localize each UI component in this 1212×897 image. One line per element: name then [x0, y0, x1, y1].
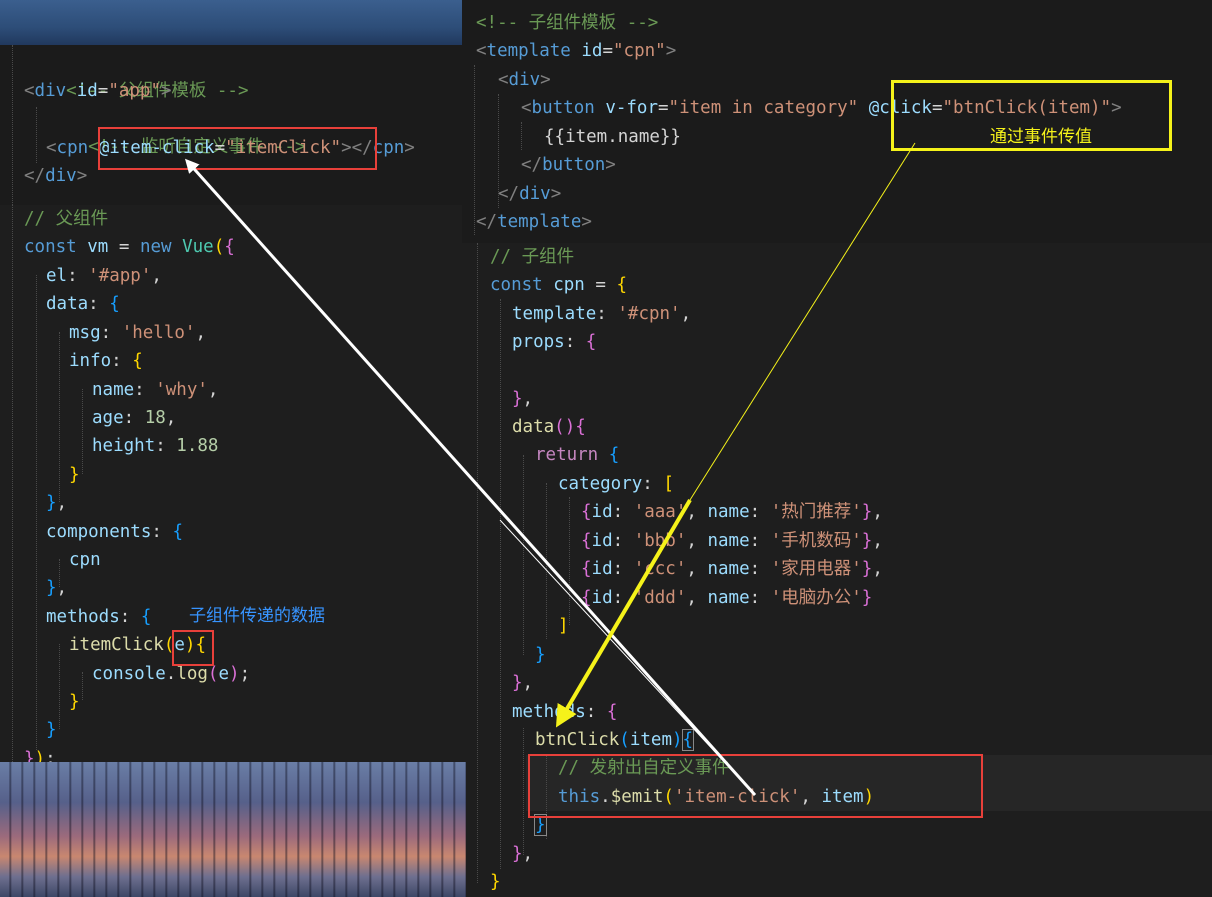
parent-template-comment: <!-- 父组件模板 -->	[66, 81, 249, 101]
param-e-highlight-box	[172, 630, 214, 666]
methods-option: methods: {	[512, 702, 618, 722]
msg-prop: msg: 'hello',	[69, 323, 206, 343]
info-close: }	[69, 465, 80, 485]
cpn-declaration: const cpn = {	[490, 275, 628, 295]
parent-template-panel: <!-- 父组件模板 --> <div id="app"> <!-- 监听自定义…	[0, 45, 462, 205]
methods-close: },	[512, 844, 534, 864]
return-line: return {	[535, 445, 620, 465]
category-item-2: {id: 'bbb', name: '手机数码'},	[581, 531, 883, 551]
child-div-open: <div>	[498, 70, 551, 90]
mustache-line: {{item.name}}	[544, 127, 681, 147]
data-option: data: {	[46, 294, 120, 314]
category-item-1: {id: 'aaa', name: '热门推荐'},	[581, 502, 883, 522]
data-fn-close: },	[512, 673, 534, 693]
child-template-comment: <!-- 子组件模板 -->	[476, 13, 659, 33]
child-data-annotation: 子组件传递的数据	[189, 606, 325, 626]
category-item-4: {id: 'ddd', name: '电脑办公'}	[581, 588, 873, 608]
parent-div-open: <div id="app">	[24, 81, 172, 101]
age-prop: age: 18,	[92, 408, 177, 428]
components-close: },	[46, 578, 68, 598]
info-prop: info: {	[69, 351, 143, 371]
child-comment: // 子组件	[490, 247, 575, 267]
btnclick-method: btnClick(item){	[535, 729, 695, 751]
el-option: el: '#app',	[46, 266, 162, 286]
return-close: }	[535, 645, 546, 665]
vm-declaration: const vm = new Vue({	[24, 237, 235, 257]
props-close: },	[512, 389, 534, 409]
methods-option: methods: {	[46, 607, 152, 627]
data-close: },	[46, 493, 68, 513]
child-div-close: </div>	[498, 184, 562, 204]
methods-close: }	[46, 720, 57, 740]
itemclick-close: }	[69, 692, 80, 712]
template-open: <template id="cpn">	[476, 41, 677, 61]
wallpaper-bottom	[0, 762, 466, 897]
parent-comment: // 父组件	[24, 209, 109, 229]
template-option: template: '#cpn',	[512, 304, 692, 324]
category-close: ]	[558, 616, 569, 636]
parent-script-panel: // 父组件 const vm = new Vue({ el: '#app', …	[0, 205, 462, 762]
data-fn: data(){	[512, 417, 586, 437]
vm-close: });	[24, 749, 56, 762]
cpn-component-item: cpn	[69, 550, 101, 570]
button-close: </button>	[521, 155, 616, 175]
category-item-3: {id: 'ccc', name: '家用电器'},	[581, 559, 883, 579]
wallpaper-top	[0, 0, 470, 50]
category-key: category: [	[558, 474, 674, 494]
height-prop: height: 1.88	[92, 436, 219, 456]
parent-div-close: </div>	[24, 166, 88, 186]
template-close: </template>	[476, 212, 592, 232]
item-click-highlight-box	[98, 127, 377, 170]
components-option: components: {	[46, 522, 183, 542]
props-option: props: {	[512, 332, 597, 352]
name-prop: name: 'why',	[92, 380, 219, 400]
event-pass-annotation: 通过事件传值	[990, 127, 1092, 147]
emit-highlight-box	[528, 754, 983, 818]
cpn-close: }	[490, 872, 501, 892]
